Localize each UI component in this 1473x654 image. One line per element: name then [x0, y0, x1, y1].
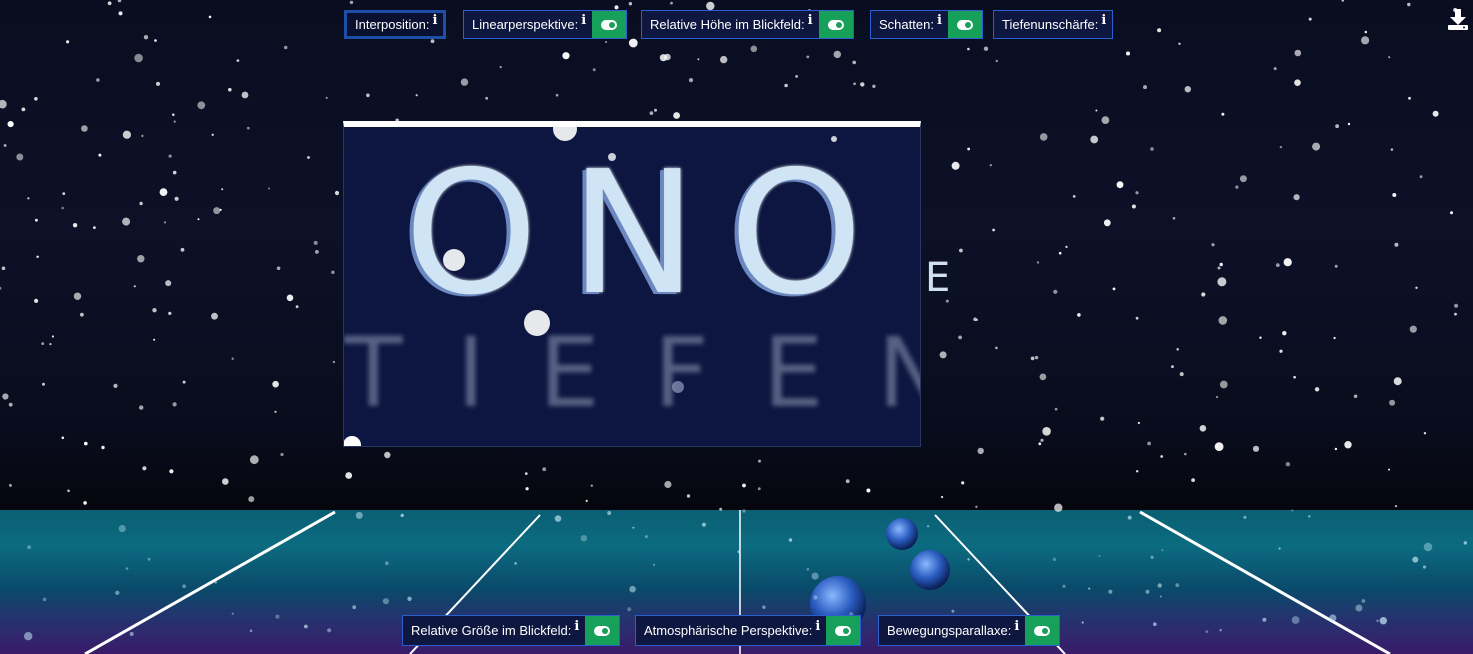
toggle-relative-hoehe[interactable]: Relative Höhe im Blickfeld: i	[641, 10, 854, 39]
toggle-label: Interposition:	[355, 17, 430, 32]
info-icon[interactable]: i	[1101, 13, 1106, 28]
info-icon[interactable]: i	[574, 619, 579, 634]
info-icon[interactable]: i	[808, 13, 813, 28]
toggle-atmosphaerische-perspektive[interactable]: Atmosphärische Perspektive: i	[635, 615, 862, 646]
toggle-label: Relative Größe im Blickfeld:	[411, 623, 572, 638]
toggle-label: Atmosphärische Perspektive:	[644, 623, 813, 638]
toggle-tiefenunschaerfe[interactable]: Tiefenunschärfe: i	[993, 10, 1114, 39]
side-letter: E	[925, 255, 951, 301]
toggle-label: Tiefenunschärfe:	[1002, 17, 1099, 32]
info-icon[interactable]: i	[937, 13, 942, 28]
toggle-bewegungsparallaxe[interactable]: Bewegungsparallaxe: i	[878, 615, 1061, 646]
panel-star-field	[344, 127, 837, 446]
info-icon[interactable]: i	[581, 13, 586, 28]
toggle-interposition[interactable]: Interposition: i	[344, 10, 447, 39]
info-icon[interactable]: i	[432, 13, 437, 28]
toggle-label: Bewegungsparallaxe:	[887, 623, 1012, 638]
toggle-switch-icon[interactable]	[947, 11, 982, 38]
info-icon[interactable]: i	[815, 619, 820, 634]
toggle-switch-icon[interactable]	[592, 11, 627, 38]
download-icon[interactable]	[1447, 8, 1469, 32]
toggle-relative-groesse[interactable]: Relative Größe im Blickfeld: i	[402, 615, 621, 646]
toggle-linearperspektive[interactable]: Linearperspektive: i	[463, 10, 628, 39]
toggle-switch-icon[interactable]	[826, 616, 861, 645]
toggle-label: Relative Höhe im Blickfeld:	[650, 17, 805, 32]
toggle-label: Linearperspektive:	[472, 17, 579, 32]
toggle-switch-icon[interactable]	[818, 11, 853, 38]
toggle-switch-icon[interactable]	[1025, 616, 1060, 645]
toggle-label: Schatten:	[879, 17, 934, 32]
interposition-panel: TIEFEN ONO	[343, 121, 921, 447]
toggle-switch-icon[interactable]	[585, 616, 620, 645]
toggle-schatten[interactable]: Schatten: i	[870, 10, 983, 39]
info-icon[interactable]: i	[1014, 619, 1019, 634]
